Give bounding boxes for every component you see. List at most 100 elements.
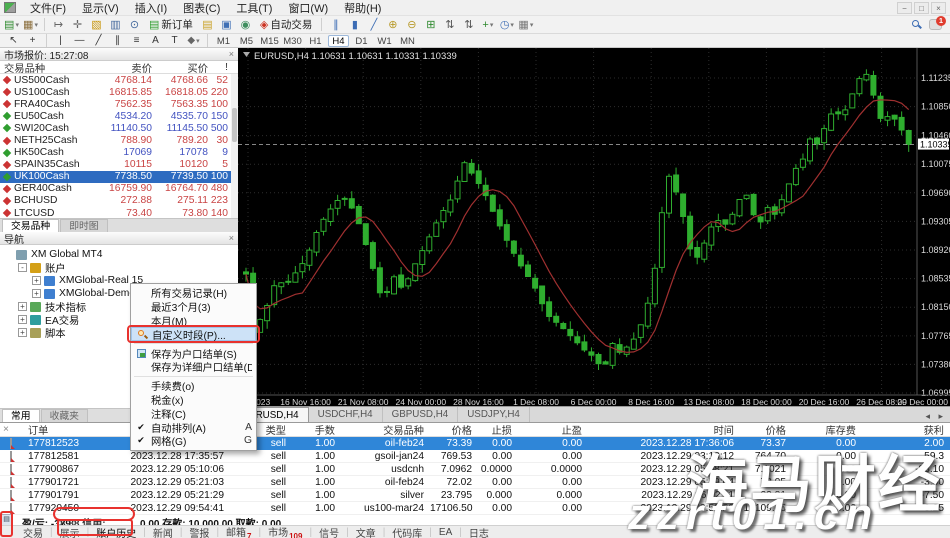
tree-item[interactable]: -账户	[2, 261, 238, 274]
collapse-minus-icon[interactable]: -	[18, 263, 27, 272]
expand-plus-icon[interactable]: +	[32, 276, 41, 285]
expand-plus-icon[interactable]: +	[18, 315, 27, 324]
chart-tab-GBPUSD,H4[interactable]: GBPUSD,H4	[383, 407, 459, 422]
favorites-icon[interactable]: ▧	[88, 17, 105, 32]
sort-asc-icon[interactable]: ⇅	[441, 17, 458, 32]
price-chart[interactable]: 1.112351.108501.104601.100751.096901.093…	[238, 48, 950, 406]
bar-chart-icon[interactable]: ∥	[327, 17, 344, 32]
navigator-tab-常用[interactable]: 常用	[2, 409, 40, 422]
market-row[interactable]: EU50Cash4534.204535.70150	[0, 110, 238, 122]
context-menu-item[interactable]: ✔自动排列(A)A	[131, 420, 256, 434]
channel-icon[interactable]: ∥	[109, 35, 126, 47]
trendline-icon[interactable]: ╱	[90, 35, 107, 47]
terminal-tab-代码库[interactable]: 代码库	[385, 525, 429, 538]
timeframe-button-H4[interactable]: H4	[328, 35, 349, 47]
tester-icon[interactable]: ▣	[218, 17, 235, 32]
data-window-icon[interactable]: ▥	[107, 17, 124, 32]
new-order-button[interactable]: ▤新订单	[144, 17, 198, 32]
context-menu-item[interactable]: 注释(C)	[131, 406, 256, 420]
timeframe-button-M1[interactable]: M1	[213, 35, 234, 47]
terminal-close-icon[interactable]: ×	[0, 424, 26, 435]
vline-icon[interactable]: |	[52, 35, 69, 47]
terminal-tab-邮箱[interactable]: 邮箱7	[219, 524, 258, 538]
terminal-tab-文章[interactable]: 文章	[349, 525, 383, 538]
market-row[interactable]: GER40Cash16759.9016764.70480	[0, 183, 238, 195]
menu-item-6[interactable]: 帮助(H)	[336, 0, 389, 17]
strategy-tester-icon[interactable]: ⊙	[126, 17, 143, 32]
new-chart-icon[interactable]: ▤▾	[3, 17, 20, 32]
candlestick-icon[interactable]: ▮	[346, 17, 363, 32]
close-icon[interactable]: ×	[229, 49, 234, 59]
menu-item-1[interactable]: 显示(V)	[74, 0, 127, 17]
terminal-tab-日志[interactable]: 日志	[462, 525, 496, 538]
timeframe-button-M30[interactable]: M30	[282, 35, 303, 47]
zoom-out-icon[interactable]: ⊖	[403, 17, 420, 32]
market-row[interactable]: UK100Cash7738.507739.50100	[0, 171, 238, 183]
terminal-tab-市场[interactable]: 市场109	[261, 524, 309, 538]
context-menu-item[interactable]: 保存为详细户口结单(D)	[131, 360, 256, 374]
navigator-tab-收藏夹[interactable]: 收藏夹	[41, 409, 88, 422]
terminal-tab-交易[interactable]: 交易	[16, 525, 50, 538]
indicators-icon[interactable]: +▾	[479, 17, 496, 32]
chart-shift-icon[interactable]: ↦	[50, 17, 67, 32]
market-row[interactable]: NETH25Cash788.90789.2030	[0, 134, 238, 146]
menu-item-5[interactable]: 窗口(W)	[280, 0, 336, 17]
restore-button[interactable]: □	[914, 2, 929, 14]
auto-scroll-icon[interactable]: ✛	[69, 17, 86, 32]
market-watch-tab-即时图[interactable]: 即时图	[60, 219, 107, 232]
expand-plus-icon[interactable]: +	[18, 302, 27, 311]
timeframe-button-MN[interactable]: MN	[397, 35, 418, 47]
terminal-icon[interactable]: ▤	[199, 17, 216, 32]
label-icon[interactable]: T	[166, 35, 183, 47]
autotrading-button[interactable]: ◈自动交易	[255, 17, 317, 32]
context-menu-item[interactable]: 保存为户口结单(S)	[131, 346, 256, 360]
expand-plus-icon[interactable]: +	[18, 328, 27, 337]
cursor-icon[interactable]: ↖	[5, 35, 22, 47]
text-icon[interactable]: A	[147, 35, 164, 47]
minimize-button[interactable]: −	[897, 2, 912, 14]
market-watch-tab-交易品种[interactable]: 交易品种	[2, 219, 59, 232]
menu-item-4[interactable]: 工具(T)	[228, 0, 280, 17]
market-row[interactable]: US100Cash16815.8516818.05220	[0, 86, 238, 98]
news-icon[interactable]: ◉	[237, 17, 254, 32]
timeframe-button-D1[interactable]: D1	[351, 35, 372, 47]
fibonacci-icon[interactable]: ≡	[128, 35, 145, 47]
context-menu-item[interactable]: 最近3个月(3)	[131, 300, 256, 314]
templates-icon[interactable]: ▦▾	[517, 17, 534, 32]
tree-item[interactable]: XM Global MT4	[2, 248, 238, 261]
tab-scroll-arrows[interactable]: ◂ ▸	[925, 411, 950, 422]
period-icon[interactable]: ◷▾	[498, 17, 515, 32]
notifications-icon[interactable]: 1	[929, 19, 942, 30]
chart-tab-USDCHF,H4[interactable]: USDCHF,H4	[309, 407, 383, 422]
sort-desc-icon[interactable]: ⇅	[460, 17, 477, 32]
menu-item-3[interactable]: 图表(C)	[175, 0, 228, 17]
expand-plus-icon[interactable]: +	[32, 289, 41, 298]
market-row[interactable]: SPAIN35Cash10115101205	[0, 159, 238, 171]
terminal-tab-EA[interactable]: EA	[432, 527, 459, 538]
chart-area[interactable]: 1.112351.108501.104601.100751.096901.093…	[238, 48, 950, 406]
terminal-tab-信号[interactable]: 信号	[312, 525, 346, 538]
hline-icon[interactable]: —	[71, 35, 88, 47]
timeframe-button-M15[interactable]: M15	[259, 35, 280, 47]
search-icon[interactable]	[912, 20, 921, 29]
tile-windows-icon[interactable]: ⊞	[422, 17, 439, 32]
market-row[interactable]: US500Cash4768.144768.6652	[0, 74, 238, 86]
context-menu-item[interactable]: 税金(x)	[131, 393, 256, 407]
profiles-icon[interactable]: ▦▾	[22, 17, 39, 32]
close-icon[interactable]: ×	[229, 233, 234, 243]
market-row[interactable]: HK50Cash17069170789	[0, 147, 238, 159]
zoom-in-icon[interactable]: ⊕	[384, 17, 401, 32]
close-button[interactable]: ×	[931, 2, 946, 14]
chart-tab-USDJPY,H4[interactable]: USDJPY,H4	[458, 407, 530, 422]
terminal-tab-警报[interactable]: 警报	[182, 525, 216, 538]
context-menu-item[interactable]: 所有交易记录(H)	[131, 286, 256, 300]
timeframe-button-M5[interactable]: M5	[236, 35, 257, 47]
context-menu-item[interactable]: ✔网格(G)G	[131, 434, 256, 448]
market-row[interactable]: SWI20Cash11140.5011145.50500	[0, 122, 238, 134]
line-chart-icon[interactable]: ╱	[365, 17, 382, 32]
market-row[interactable]: FRA40Cash7562.357563.35100	[0, 98, 238, 110]
crosshair-icon[interactable]: +	[24, 35, 41, 47]
market-watch-scrollbar[interactable]	[231, 74, 238, 219]
timeframe-button-W1[interactable]: W1	[374, 35, 395, 47]
market-row[interactable]: BCHUSD272.88275.11223	[0, 195, 238, 207]
